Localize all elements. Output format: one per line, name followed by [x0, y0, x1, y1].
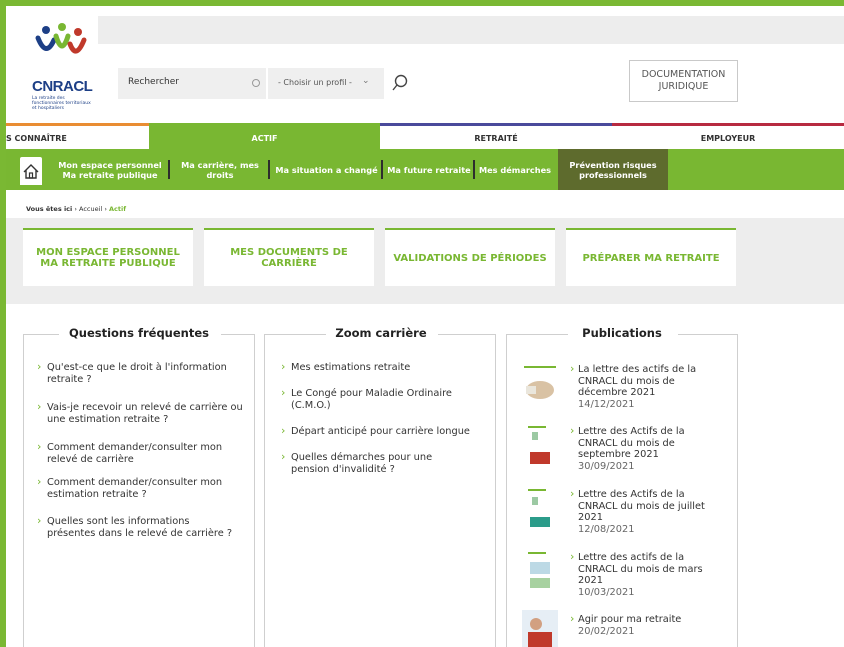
faq-panel-border — [23, 334, 59, 335]
faq-item[interactable]: Quelles sont les informations présentes … — [37, 515, 233, 540]
zoom-panel-border — [264, 334, 326, 335]
publication-item[interactable]: La lettre des actifs de la CNRACL du moi… — [570, 363, 720, 410]
publication-date: 30/09/2021 — [578, 460, 635, 472]
publications-title: Publications — [572, 326, 672, 340]
publication-item[interactable]: Agir pour ma retraite 20/02/2021 — [570, 613, 720, 637]
faq-item[interactable]: Qu'est-ce que le droit à l'information r… — [37, 361, 247, 386]
zoom-carriere-panel — [264, 334, 496, 647]
zoom-title: Zoom carrière — [331, 326, 431, 340]
subnav-demarches[interactable]: Mes démarches — [475, 149, 555, 190]
card-espace-personnel[interactable]: MON ESPACE PERSONNEL MA RETRAITE PUBLIQU… — [23, 228, 193, 286]
card-documents-carriere[interactable]: MES DOCUMENTS DE CARRIÈRE — [204, 228, 374, 286]
publication-title: Lettre des Actifs de la CNRACL du mois d… — [578, 489, 705, 523]
publications-panel-border — [506, 334, 568, 335]
tab-connaitre[interactable]: S CONNAÎTRE — [6, 123, 149, 149]
publication-title: Lettre des Actifs de la CNRACL du mois d… — [578, 426, 685, 460]
publication-thumbnail-icon[interactable] — [522, 424, 558, 466]
publication-item[interactable]: Lettre des actifs de la CNRACL du mois d… — [570, 551, 720, 598]
card-validations-periodes[interactable]: VALIDATIONS DE PÉRIODES — [385, 228, 555, 286]
people-logo-icon — [35, 23, 87, 54]
home-button[interactable] — [20, 157, 42, 185]
publication-date: 20/02/2021 — [578, 625, 635, 637]
publication-date: 14/12/2021 — [578, 398, 635, 410]
publications-panel-border — [678, 334, 738, 335]
zoom-item[interactable]: Le Congé pour Maladie Ordinaire (C.M.O.) — [281, 387, 489, 412]
search-icon[interactable] — [392, 74, 408, 92]
publication-date: 12/08/2021 — [578, 523, 635, 535]
faq-item[interactable]: Vais-je recevoir un relevé de carrière o… — [37, 401, 247, 426]
publication-thumbnail-icon[interactable] — [522, 362, 558, 404]
publication-date: 10/03/2021 — [578, 586, 635, 598]
search-placeholder: Rechercher — [128, 77, 179, 87]
subnav-situation-change[interactable]: Ma situation a changé — [271, 149, 382, 190]
publication-thumbnail-icon[interactable] — [522, 487, 558, 529]
zoom-item[interactable]: Quelles démarches pour une pension d'inv… — [281, 451, 461, 476]
subnav-espace-personnel[interactable]: Mon espace personnel Ma retraite publiqu… — [50, 149, 170, 190]
chevron-down-icon: ⌄ — [362, 76, 370, 86]
faq-panel-border — [221, 334, 255, 335]
site-logo[interactable]: CNRACL La retraite des fonctionnaires te… — [16, 16, 98, 114]
publication-title: Agir pour ma retraite — [578, 614, 682, 625]
profile-select-value: - Choisir un profil - — [278, 78, 352, 87]
radio-dot-icon — [252, 79, 260, 87]
faq-title: Questions fréquentes — [64, 326, 214, 340]
search-input[interactable]: Rechercher — [118, 68, 266, 99]
subnav-separator — [381, 160, 383, 179]
breadcrumb-label: Vous êtes ici — [26, 205, 73, 213]
publication-title: La lettre des actifs de la CNRACL du moi… — [578, 364, 697, 398]
card-preparer-retraite[interactable]: PRÉPARER MA RETRAITE — [566, 228, 736, 286]
sub-nav: Mon espace personnel Ma retraite publiqu… — [6, 149, 844, 190]
tab-actif[interactable]: ACTIF — [149, 123, 380, 149]
breadcrumb: Vous êtes ici › Accueil › Actif — [26, 205, 126, 213]
profile-select[interactable]: - Choisir un profil - ⌄ — [268, 68, 384, 99]
zoom-item[interactable]: Départ anticipé pour carrière longue — [281, 425, 470, 438]
publication-item[interactable]: Lettre des Actifs de la CNRACL du mois d… — [570, 488, 720, 535]
tab-employeur[interactable]: EMPLOYEUR — [612, 123, 844, 149]
breadcrumb-home-link[interactable]: Accueil — [79, 205, 102, 213]
top-strip — [98, 16, 844, 44]
documentation-juridique-button[interactable]: DOCUMENTATION JURIDIQUE — [629, 60, 738, 102]
publication-thumbnail-icon[interactable] — [522, 550, 558, 592]
faq-item[interactable]: Comment demander/consulter mon estimatio… — [37, 476, 247, 501]
publication-thumbnail-icon[interactable] — [522, 610, 558, 647]
publication-item[interactable]: Lettre des Actifs de la CNRACL du mois d… — [570, 425, 720, 472]
subnav-separator — [268, 160, 270, 179]
faq-item[interactable]: Comment demander/consulter mon relevé de… — [37, 441, 247, 466]
logo-name: CNRACL — [32, 78, 93, 95]
subnav-carriere-droits[interactable]: Ma carrière, mes droits — [172, 149, 268, 190]
zoom-item[interactable]: Mes estimations retraite — [281, 361, 410, 374]
main-nav: S CONNAÎTRE ACTIF RETRAITÉ EMPLOYEUR — [6, 123, 844, 149]
publication-title: Lettre des actifs de la CNRACL du mois d… — [578, 552, 703, 586]
tab-retraite[interactable]: RETRAITÉ — [380, 123, 612, 149]
zoom-panel-border — [438, 334, 496, 335]
subnav-separator — [168, 160, 170, 179]
logo-subtitle: La retraite des fonctionnaires territori… — [32, 96, 91, 111]
subnav-future-retraite[interactable]: Ma future retraite — [384, 149, 474, 190]
breadcrumb-current: Actif — [108, 205, 127, 213]
subnav-prevention[interactable]: Prévention risques professionnels — [558, 149, 668, 190]
home-icon — [23, 164, 39, 179]
